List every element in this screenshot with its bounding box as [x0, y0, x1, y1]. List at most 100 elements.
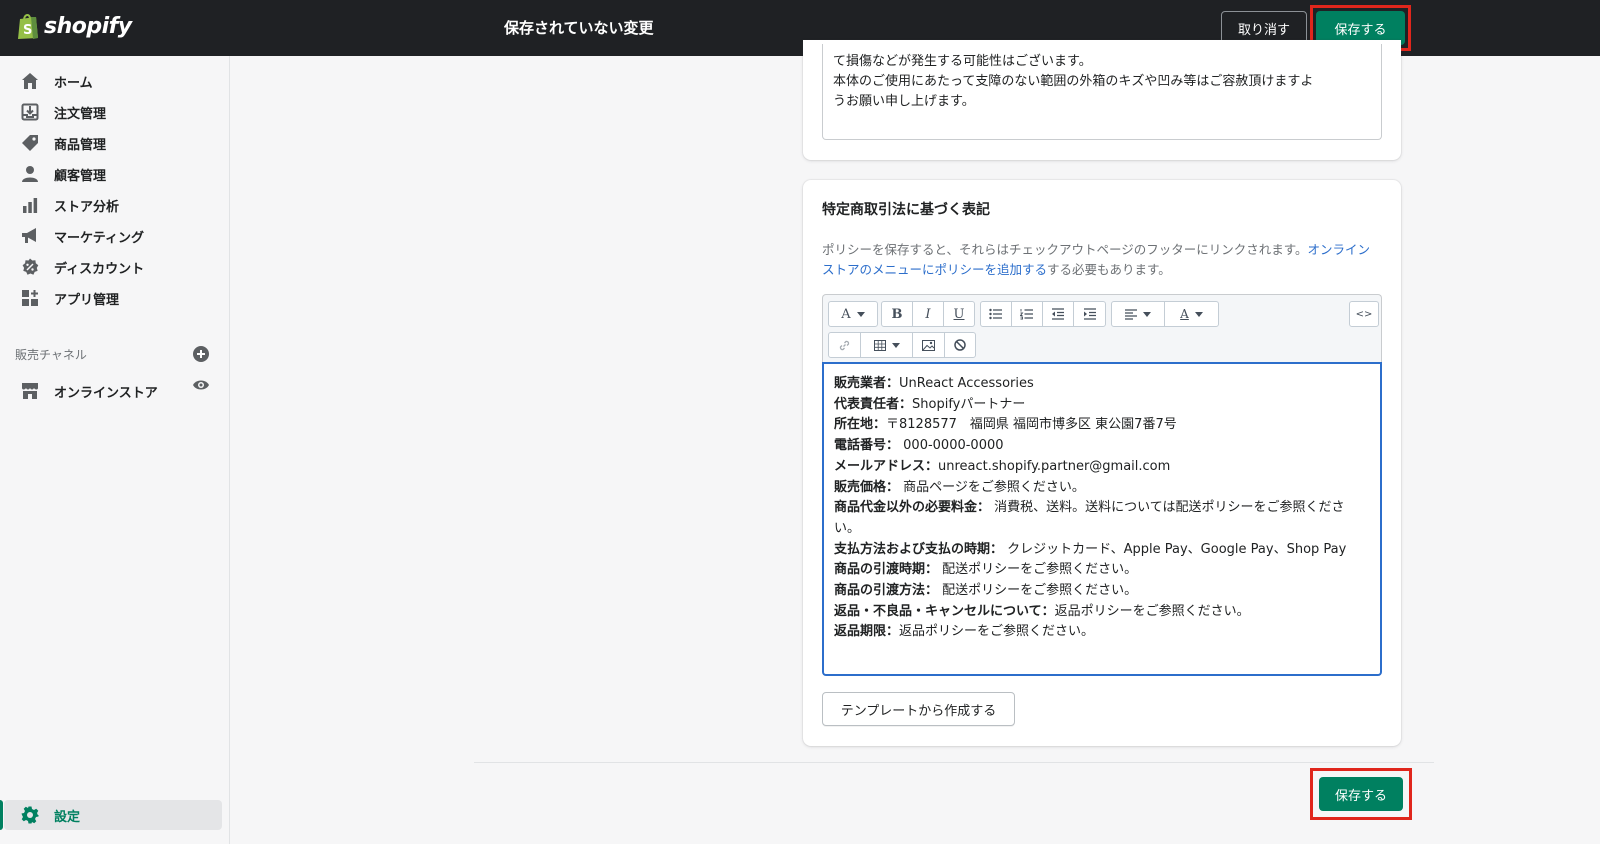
analytics-icon: [20, 195, 40, 215]
store-icon: [20, 381, 40, 401]
sidebar-item-marketing[interactable]: マーケティング: [0, 221, 230, 251]
policy-line: 商品の引渡方法： 配送ポリシーをご参照ください。: [834, 581, 1370, 602]
policy-line: 商品代金以外の必要料金： 消費税、送料。送料については配送ポリシーをご参照くださ…: [834, 498, 1370, 539]
sidebar-item-label: オンラインストア: [54, 385, 158, 401]
policy-line-value: 返品ポリシーをご参照ください。: [899, 624, 1095, 640]
card-title: 特定商取引法に基づく表記: [822, 202, 990, 218]
policy-line-value: UnReact Accessories: [899, 376, 1034, 391]
policy-line-label: 電話番号：: [834, 438, 900, 454]
create-from-template-button[interactable]: テンプレートから作成する: [822, 692, 1015, 726]
policy-line: 支払方法および支払の時期： クレジットカード、Apple Pay、Google …: [834, 540, 1370, 561]
text-line: うお願い申し上げます。: [833, 94, 975, 109]
shopify-logo[interactable]: S shopify: [16, 12, 132, 40]
policy-line: 販売業者：UnReact Accessories: [834, 374, 1370, 395]
outdent-icon: [1052, 308, 1064, 320]
chevron-down-icon: [891, 342, 900, 348]
policy-line: 販売価格： 商品ページをご参照ください。: [834, 478, 1370, 499]
tag-icon: [20, 133, 40, 153]
link-button[interactable]: [829, 333, 861, 357]
chevron-down-icon: [1194, 311, 1203, 317]
outdent-button[interactable]: [1043, 302, 1074, 326]
policy-line-label: 支払方法および支払の時期：: [834, 541, 1004, 557]
policy-line: 所在地：〒8128577 福岡県 福岡市博多区 東公園7番7号: [834, 415, 1370, 436]
clear-format-button[interactable]: [945, 333, 975, 357]
megaphone-icon: [20, 226, 40, 246]
customer-icon: [20, 164, 40, 184]
policy-line-label: 所在地：: [834, 417, 887, 433]
font-dropdown[interactable]: A: [829, 302, 877, 326]
clear-format-icon: [954, 339, 966, 351]
sidebar-item-home[interactable]: ホーム: [0, 66, 230, 96]
policy-line-value: 配送ポリシーをご参照ください。: [938, 562, 1138, 578]
text-color-label: A: [1180, 307, 1189, 321]
home-icon: [20, 71, 40, 91]
policy-line-value: 返品ポリシーをご参照ください。: [1054, 603, 1250, 619]
link-icon: [839, 340, 850, 350]
numbered-list-button[interactable]: [1012, 302, 1043, 326]
text-line: て損傷などが発生する可能性はございます。: [833, 54, 1092, 69]
policy-line-value: クレジットカード、Apple Pay、Google Pay、Shop Pay: [1003, 541, 1347, 557]
add-channel-icon[interactable]: [192, 345, 210, 363]
discount-icon: [20, 257, 40, 277]
bullet-list-icon: [989, 308, 1002, 320]
sidebar-item-customers[interactable]: 顧客管理: [0, 159, 230, 189]
sidebar-item-settings[interactable]: 設定: [0, 800, 230, 830]
policy-line-label: 販売価格：: [834, 479, 900, 495]
sidebar-item-analytics[interactable]: ストア分析: [0, 190, 230, 220]
image-icon: [922, 339, 935, 351]
policy-line-label: 返品期限：: [834, 624, 900, 640]
table-dropdown[interactable]: [861, 333, 913, 357]
policy-line-label: 商品の引渡時期：: [834, 562, 939, 578]
help-prefix: ポリシーを保存すると、それらはチェックアウトページのフッターにリンクされます。: [822, 242, 1308, 257]
eye-icon[interactable]: [192, 376, 210, 394]
sidebar-item-orders[interactable]: 注文管理: [0, 97, 230, 127]
policy-line-value: 000-0000-0000: [899, 438, 1004, 454]
sidebar-item-label: ホーム: [54, 75, 93, 91]
previous-policy-textarea[interactable]: て損傷などが発生する可能性はございます。 本体のご使用にあたって支障のない範囲の…: [822, 44, 1382, 140]
policy-line: 返品・不良品・キャンセルについて：返品ポリシーをご参照ください。: [834, 602, 1370, 623]
sidebar-item-apps[interactable]: アプリ管理: [0, 283, 230, 313]
policy-line-label: 販売業者：: [834, 376, 900, 391]
insert-image-button[interactable]: [913, 333, 945, 357]
sidebar-item-products[interactable]: 商品管理: [0, 128, 230, 158]
policy-line: メールアドレス：unreact.shopify.partner@gmail.co…: [834, 457, 1370, 478]
logo-text: shopify: [44, 13, 132, 39]
policy-line: 返品期限：返品ポリシーをご参照ください。: [834, 622, 1370, 643]
sidebar-item-label: 商品管理: [54, 137, 107, 153]
indent-icon: [1083, 308, 1096, 320]
sidebar-item-discounts[interactable]: ディスカウント: [0, 252, 230, 282]
legal-notice-editor[interactable]: 販売業者：UnReact Accessories 代表責任者：Shopifyパート…: [822, 362, 1382, 676]
page-title: 保存されていない変更: [504, 19, 654, 37]
policy-line-value: Shopifyパートナー: [912, 396, 1026, 412]
align-dropdown[interactable]: [1112, 302, 1165, 326]
sidebar-item-label: 顧客管理: [54, 168, 107, 184]
orders-icon: [20, 102, 40, 122]
indent-button[interactable]: [1074, 302, 1105, 326]
underline-button[interactable]: U: [944, 302, 974, 326]
sales-channels-header: 販売チャネル: [15, 348, 87, 362]
page-divider: [474, 762, 1434, 763]
gear-icon: [20, 805, 40, 825]
chevron-down-icon: [1143, 311, 1151, 317]
bullet-list-button[interactable]: [981, 302, 1012, 326]
help-suffix: する必要もあります。: [1047, 262, 1171, 277]
italic-button[interactable]: I: [913, 302, 944, 326]
policy-line-label: メールアドレス：: [834, 458, 939, 474]
text-line: 本体のご使用にあたって支障のない範囲の外箱のキズや凹み等はご容赦頂けますよ: [833, 74, 1314, 89]
editor-toolbar: A B I U A <>: [822, 294, 1382, 362]
bold-button[interactable]: B: [882, 302, 913, 326]
policy-line-label: 商品の引渡方法：: [834, 583, 939, 599]
sidebar-item-label: 設定: [54, 809, 81, 825]
shopify-bag-icon: S: [18, 14, 38, 39]
policy-line-label: 代表責任者：: [834, 396, 913, 412]
footer-save-button[interactable]: 保存する: [1319, 777, 1403, 811]
policy-line-label: 商品代金以外の必要料金：: [834, 500, 991, 516]
text-color-dropdown[interactable]: A: [1165, 302, 1218, 326]
sidebar-item-label: ストア分析: [54, 199, 120, 215]
chevron-down-icon: [856, 311, 865, 317]
code-view-button[interactable]: <>: [1350, 302, 1378, 326]
align-left-icon: [1125, 308, 1137, 320]
svg-text:S: S: [23, 23, 32, 38]
help-text: ポリシーを保存すると、それらはチェックアウトページのフッターにリンクされます。オ…: [822, 240, 1378, 280]
sidebar: ホーム 注文管理 商品管理 顧客管理 ストア分析 マーケティング ディスカウント…: [0, 56, 230, 844]
